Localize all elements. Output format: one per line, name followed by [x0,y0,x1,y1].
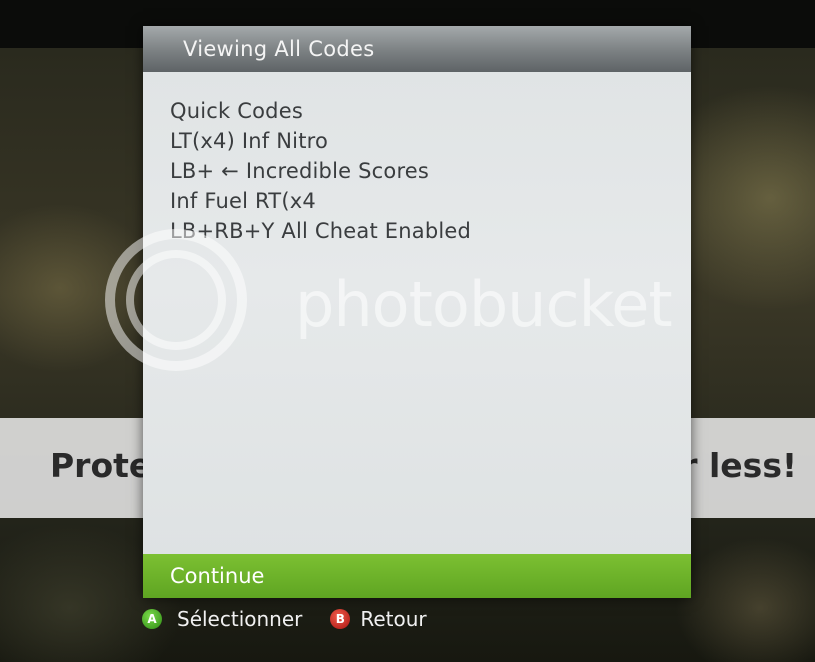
b-button-icon: B [330,609,351,629]
code-list: Quick Codes LT(x4) Inf Nitro LB+ ← Incre… [170,96,471,246]
hint-back[interactable]: B Retour [312,607,427,631]
button-hints: A Sélectionner B Retour [142,604,427,634]
hint-select[interactable]: A Sélectionner [142,607,302,631]
code-item: LB+ ← Incredible Scores [170,159,430,183]
code-item: Quick Codes [170,99,303,123]
code-item: LT(x4) Inf Nitro [170,129,329,153]
code-item: Inf Fuel RT(x4 [170,189,316,213]
code-item: LB+RB+Y All Cheat Enabled [170,219,472,243]
continue-button[interactable]: Continue [143,554,691,598]
hint-select-label: Sélectionner [177,607,303,631]
a-button-icon: A [142,609,162,629]
hint-back-label: Retour [360,607,427,631]
watermark-text: photobucket [295,268,673,341]
dialog-title: Viewing All Codes [143,26,691,72]
